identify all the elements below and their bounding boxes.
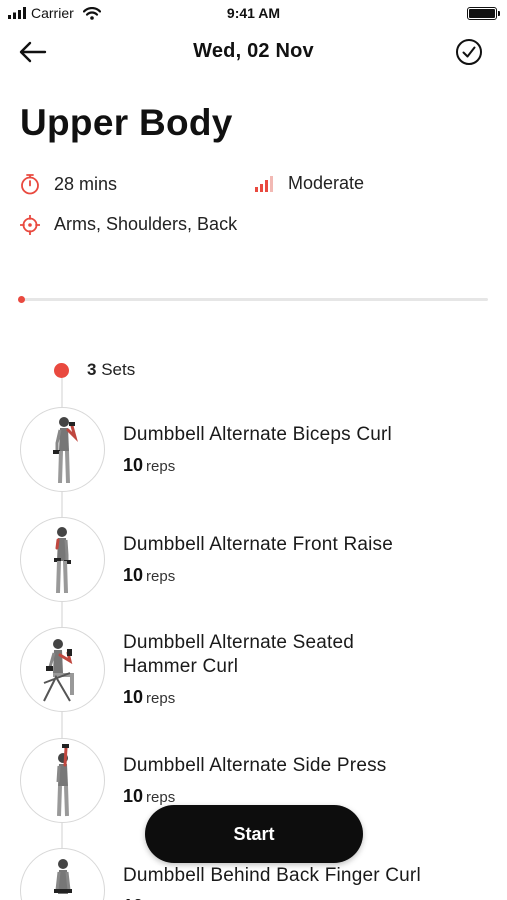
exercise-name: Dumbbell Alternate Seated: [123, 632, 355, 653]
person-side-press-icon: [56, 743, 69, 816]
arrow-left-icon: [19, 41, 47, 63]
check-circle-icon: [456, 39, 482, 65]
exercise-item[interactable]: Dumbbell Alternate Biceps Curl 10 reps: [20, 407, 490, 492]
exercise-name: Dumbbell Behind Back Finger Curl: [123, 865, 421, 886]
targets-label: Arms, Shoulders, Back: [54, 214, 238, 234]
back-button[interactable]: [16, 36, 50, 68]
exercise-item[interactable]: Dumbbell Alternate Seated Hammer Curl 10…: [20, 627, 490, 712]
status-bar: Carrier 9:41 AM: [0, 0, 507, 28]
exercise-thumbnail: [20, 627, 105, 712]
person-seated-hammer-curl-icon: [42, 638, 74, 702]
exercise-thumbnail: [20, 407, 105, 492]
person-front-raise-icon: [53, 526, 71, 593]
difficulty-row: Moderate: [254, 173, 364, 194]
sets-label: 3 Sets: [87, 360, 136, 379]
exercise-reps: 10reps: [123, 455, 176, 475]
exercise-name: Dumbbell Alternate Front Raise: [123, 534, 394, 555]
workout-date: Wed, 02 Nov: [193, 40, 314, 62]
exercise-thumbnail: [20, 848, 105, 900]
exercise-name-line2: Hammer Curl: [123, 656, 239, 677]
duration-label: 28 mins: [54, 173, 118, 194]
stopwatch-icon: [21, 174, 39, 195]
complete-button[interactable]: [453, 36, 485, 68]
exercise-reps: 10reps: [123, 786, 176, 806]
exercise-item[interactable]: Dumbbell Alternate Front Raise 10 reps: [20, 517, 490, 602]
duration-row: 28 mins: [20, 173, 117, 195]
exercise-name: Dumbbell Alternate Side Press: [123, 755, 387, 776]
battery-icon: [467, 7, 500, 20]
difficulty-label: Moderate: [288, 173, 365, 193]
exercise-reps: 10reps: [123, 896, 421, 900]
exercise-thumbnail: [20, 517, 105, 602]
start-button[interactable]: Start: [145, 805, 363, 863]
difficulty-bars-icon: [255, 175, 273, 192]
workout-title: Upper Body: [20, 102, 233, 143]
person-biceps-curl-icon: [52, 416, 78, 483]
progress-indicator: [18, 296, 25, 303]
exercise-reps: 10reps: [123, 565, 176, 585]
status-time: 9:41 AM: [226, 5, 281, 21]
sets-header: 3 Sets: [54, 360, 135, 380]
exercise-thumbnail: [20, 738, 105, 823]
exercise-name: Dumbbell Alternate Biceps Curl: [123, 424, 392, 445]
targets-row: Arms, Shoulders, Back: [20, 214, 237, 235]
target-icon: [20, 214, 40, 235]
exercise-reps: 10reps: [123, 687, 176, 707]
nav-bar: Wed, 02 Nov: [0, 30, 507, 74]
person-finger-curl-icon: [53, 858, 72, 894]
workout-progress-bar: [18, 296, 488, 303]
sets-dot: [54, 362, 69, 378]
